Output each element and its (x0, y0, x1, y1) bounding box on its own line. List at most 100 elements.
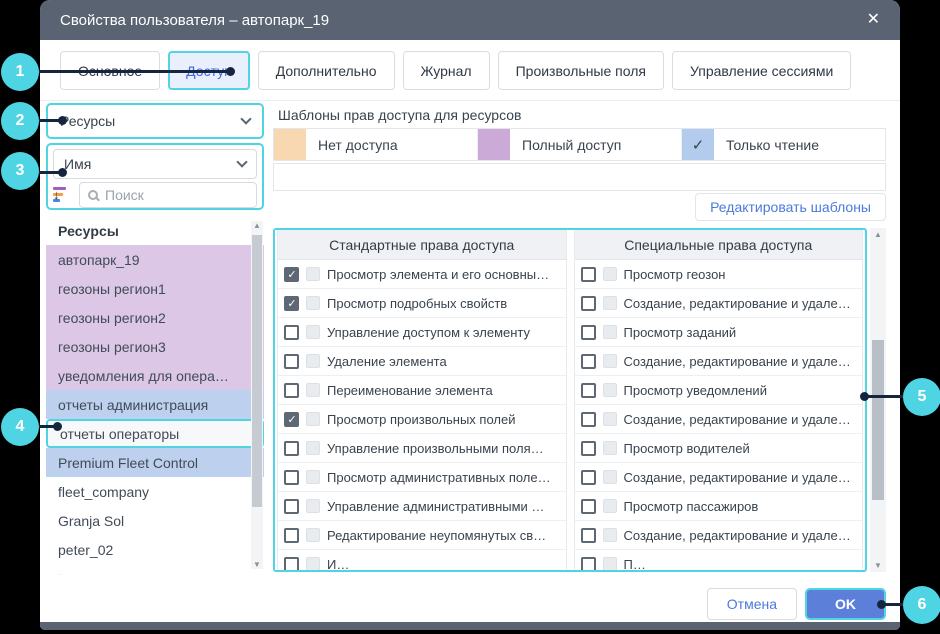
right-checkbox[interactable] (284, 557, 299, 571)
callout-dot-5 (860, 392, 869, 401)
right-checkbox[interactable] (284, 412, 299, 427)
resource-list-item[interactable]: геозоны регион3 (46, 332, 264, 361)
callout-badge-5: 5 (903, 378, 940, 416)
access-right-row[interactable]: Редактирование неупомянутых св… (278, 521, 566, 550)
callout-dot-4 (53, 422, 62, 431)
dialog-bottom-edge (40, 622, 900, 630)
access-right-row[interactable]: Управление произвольными поля… (278, 434, 566, 463)
access-right-row[interactable]: Просмотр геозон (575, 260, 863, 289)
access-right-row[interactable]: Просмотр заданий (575, 318, 863, 347)
right-checkbox[interactable] (581, 412, 596, 427)
search-input[interactable]: Поиск (79, 182, 257, 208)
access-right-row[interactable]: Просмотр уведомлений (575, 376, 863, 405)
right-secondary-checkbox (603, 499, 617, 513)
right-label: Создание, редактирование и удале… (624, 354, 851, 369)
sort-order-icon[interactable]: ↓ (53, 186, 75, 204)
access-right-row[interactable]: И… (278, 550, 566, 570)
right-checkbox[interactable] (581, 441, 596, 456)
access-right-row[interactable]: Создание, редактирование и удале… (575, 289, 863, 318)
right-label: Переименование элемента (327, 383, 493, 398)
resource-list-item[interactable]: fleet_company (46, 477, 264, 506)
callout-badge-3: 3 (1, 152, 39, 190)
access-right-row[interactable]: Просмотр подробных свойств (278, 289, 566, 318)
right-checkbox[interactable] (284, 354, 299, 369)
resource-list-item[interactable]: Premium Fleet Control (46, 448, 264, 477)
scroll-down-icon[interactable]: ▼ (870, 561, 886, 570)
rights-panel: Стандартные права доступа Просмотр элеме… (273, 228, 867, 572)
right-checkbox[interactable] (284, 499, 299, 514)
resource-list-item[interactable]: отчеты администрация (46, 390, 264, 419)
right-checkbox[interactable] (284, 528, 299, 543)
access-right-row[interactable]: Управление административными … (278, 492, 566, 521)
resource-list-scrollbar[interactable]: ▲ ▼ (251, 221, 263, 569)
right-checkbox[interactable] (581, 383, 596, 398)
access-right-row[interactable]: Создание, редактирование и удале… (575, 463, 863, 492)
access-right-row[interactable]: П… (575, 550, 863, 570)
right-checkbox[interactable] (581, 499, 596, 514)
access-templates-bar: Нет доступа Полный доступ ✓ Только чтени… (273, 128, 886, 161)
resource-list-item[interactable]: Granja Sol (46, 506, 264, 535)
right-secondary-checkbox (306, 354, 320, 368)
right-checkbox[interactable] (284, 325, 299, 340)
right-checkbox[interactable] (581, 296, 596, 311)
access-template-item[interactable]: Полный доступ (478, 129, 682, 160)
resource-list-item[interactable]: автопарк_19 (46, 245, 264, 274)
right-checkbox[interactable] (581, 267, 596, 282)
access-right-row[interactable]: Просмотр произвольных полей (278, 405, 566, 434)
access-right-row[interactable]: Создание, редактирование и удале… (575, 347, 863, 376)
scrollbar-thumb[interactable] (252, 235, 262, 507)
resource-type-select[interactable]: Ресурсы (46, 103, 264, 139)
search-icon (88, 190, 98, 200)
scroll-up-icon[interactable]: ▲ (870, 230, 886, 239)
access-right-row[interactable]: Создание, редактирование и удале… (575, 405, 863, 434)
resource-list-item[interactable]: геозоны регион2 (46, 303, 264, 332)
right-checkbox[interactable] (284, 383, 299, 398)
right-checkbox[interactable] (581, 528, 596, 543)
right-checkbox[interactable] (581, 325, 596, 340)
right-secondary-checkbox (306, 296, 320, 310)
right-checkbox[interactable] (284, 470, 299, 485)
callout-dot-6 (877, 600, 886, 609)
access-template-item[interactable]: ✓ Только чтение (682, 129, 885, 160)
special-rights-column: Специальные права доступа Просмотр геозо… (574, 230, 864, 570)
close-icon[interactable]: ✕ (867, 12, 880, 28)
edit-templates-button[interactable]: Редактировать шаблоны (695, 193, 886, 221)
resource-list-item[interactable]: отчеты операторы (46, 419, 264, 448)
tab[interactable]: Дополнительно (258, 51, 395, 90)
right-checkbox[interactable] (581, 354, 596, 369)
access-right-row[interactable]: Управление доступом к элементу (278, 318, 566, 347)
access-right-row[interactable]: Удаление элемента (278, 347, 566, 376)
access-right-row[interactable]: Просмотр водителей (575, 434, 863, 463)
resource-list-item[interactable]: геозоны регион1 (46, 274, 264, 303)
right-label: Просмотр элемента и его основны… (327, 267, 549, 282)
right-checkbox[interactable] (284, 296, 299, 311)
access-right-row[interactable]: Переименование элемента (278, 376, 566, 405)
resource-list-item[interactable]: peter_02 (46, 535, 264, 564)
dialog-body: ОсновноеДоступДополнительноЖурналПроизво… (40, 40, 900, 622)
resource-list-item[interactable]: tracy (46, 564, 264, 575)
cancel-button[interactable]: Отмена (707, 588, 797, 620)
resource-list-header: Ресурсы (46, 216, 264, 245)
right-checkbox[interactable] (284, 267, 299, 282)
right-checkbox[interactable] (284, 441, 299, 456)
access-right-row[interactable]: Просмотр административных поле… (278, 463, 566, 492)
right-label: Управление административными … (327, 499, 544, 514)
rights-scrollbar[interactable]: ▲ ▼ (870, 228, 886, 572)
access-right-row[interactable]: Создание, редактирование и удале… (575, 521, 863, 550)
resource-list-item[interactable]: уведомления для опера… (46, 361, 264, 390)
scrollbar-thumb[interactable] (872, 340, 884, 500)
right-checkbox[interactable] (581, 470, 596, 485)
tab[interactable]: Журнал (403, 51, 490, 90)
access-right-row[interactable]: Просмотр пассажиров (575, 492, 863, 521)
tab[interactable]: Управление сессиями (672, 51, 851, 90)
callout-dot-3 (58, 168, 67, 177)
sort-field-select[interactable]: Имя (53, 149, 257, 179)
access-right-row[interactable]: Просмотр элемента и его основны… (278, 260, 566, 289)
access-template-item[interactable]: Нет доступа (274, 129, 478, 160)
callout-line-1 (39, 70, 232, 73)
right-checkbox[interactable] (581, 557, 596, 571)
scroll-down-icon[interactable]: ▼ (251, 560, 263, 569)
tab[interactable]: Произвольные поля (498, 51, 664, 90)
ok-button[interactable]: OK (805, 588, 886, 620)
scroll-up-icon[interactable]: ▲ (251, 221, 263, 230)
